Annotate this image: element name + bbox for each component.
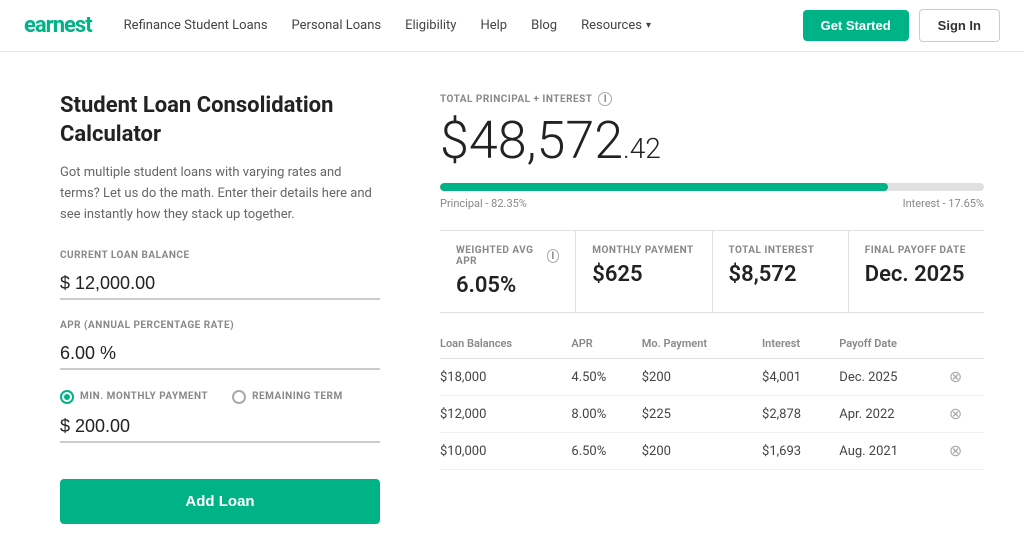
delete-row-button[interactable]: ⊗ xyxy=(949,441,962,461)
balance-field-group: CURRENT LOAN BALANCE xyxy=(60,250,380,300)
balance-label: CURRENT LOAN BALANCE xyxy=(60,250,380,261)
cell-delete-1[interactable]: ⊗ xyxy=(949,396,984,433)
cell-interest-1: $2,878 xyxy=(762,396,839,433)
nav-personal[interactable]: Personal Loans xyxy=(292,18,382,33)
nav-blog[interactable]: Blog xyxy=(531,18,557,33)
nav-refinance[interactable]: Refinance Student Loans xyxy=(124,18,268,33)
total-amount: $48,572.42 xyxy=(440,110,984,171)
stat-weighted-apr-value: 6.05% xyxy=(456,273,559,298)
nav-eligibility[interactable]: Eligibility xyxy=(405,18,456,33)
nav-resources[interactable]: Resources ▾ xyxy=(581,18,651,33)
apr-info-icon: i xyxy=(547,249,559,263)
cell-balance-2: $10,000 xyxy=(440,433,571,470)
stat-total-interest: TOTAL INTEREST $8,572 xyxy=(713,231,849,312)
cell-apr-2: 6.50% xyxy=(571,433,641,470)
info-icon: i xyxy=(598,92,612,106)
cell-payment-2: $200 xyxy=(642,433,762,470)
balance-input[interactable] xyxy=(60,269,380,300)
cell-apr-1: 8.00% xyxy=(571,396,641,433)
sign-in-button[interactable]: Sign In xyxy=(919,9,1000,42)
progress-bar xyxy=(440,183,984,191)
th-actions xyxy=(949,333,984,359)
th-apr: APR xyxy=(571,333,641,359)
left-panel: Student Loan Consolidation Calculator Go… xyxy=(60,92,380,524)
delete-row-button[interactable]: ⊗ xyxy=(949,404,962,424)
cell-payment-0: $200 xyxy=(642,359,762,396)
add-loan-button[interactable]: Add Loan xyxy=(60,479,380,524)
cell-interest-2: $1,693 xyxy=(762,433,839,470)
logo: earnest xyxy=(24,13,92,38)
get-started-button[interactable]: Get Started xyxy=(803,10,909,41)
remaining-term-radio[interactable]: REMAINING TERM xyxy=(232,390,343,404)
stat-weighted-apr-label: WEIGHTED AVG APR i xyxy=(456,245,559,267)
loan-table: Loan Balances APR Mo. Payment Interest P… xyxy=(440,333,984,470)
payment-mode-selector: MIN. MONTHLY PAYMENT REMAINING TERM xyxy=(60,390,380,404)
stat-total-interest-label: TOTAL INTEREST xyxy=(729,245,832,256)
cell-delete-2[interactable]: ⊗ xyxy=(949,433,984,470)
stat-monthly-payment-label: MONTHLY PAYMENT xyxy=(592,245,695,256)
navbar: earnest Refinance Student Loans Personal… xyxy=(0,0,1024,52)
apr-input[interactable] xyxy=(60,339,380,370)
th-interest: Interest xyxy=(762,333,839,359)
stat-payoff-date-label: FINAL PAYOFF DATE xyxy=(865,245,968,256)
th-balance: Loan Balances xyxy=(440,333,571,359)
stat-monthly-payment: MONTHLY PAYMENT $625 xyxy=(576,231,712,312)
nav-actions: Get Started Sign In xyxy=(803,9,1000,42)
min-payment-radio[interactable]: MIN. MONTHLY PAYMENT xyxy=(60,390,208,404)
right-panel: TOTAL PRINCIPAL + INTEREST i $48,572.42 … xyxy=(440,92,984,524)
principal-label: Principal - 82.35% xyxy=(440,197,527,210)
radio-circle-min xyxy=(60,390,74,404)
nav-links: Refinance Student Loans Personal Loans E… xyxy=(124,18,803,33)
stat-total-interest-value: $8,572 xyxy=(729,262,832,287)
stat-payoff-date-value: Dec. 2025 xyxy=(865,262,968,287)
cell-interest-0: $4,001 xyxy=(762,359,839,396)
calculator-description: Got multiple student loans with varying … xyxy=(60,163,380,225)
cell-delete-0[interactable]: ⊗ xyxy=(949,359,984,396)
stat-payoff-date: FINAL PAYOFF DATE Dec. 2025 xyxy=(849,231,984,312)
stat-monthly-payment-value: $625 xyxy=(592,262,695,287)
th-payoff: Payoff Date xyxy=(839,333,949,359)
cell-payoff-0: Dec. 2025 xyxy=(839,359,949,396)
progress-fill xyxy=(440,183,888,191)
payment-input[interactable] xyxy=(60,412,380,443)
table-row: $10,000 6.50% $200 $1,693 Aug. 2021 ⊗ xyxy=(440,433,984,470)
radio-circle-remaining xyxy=(232,390,246,404)
cell-balance-0: $18,000 xyxy=(440,359,571,396)
apr-field-group: APR (ANNUAL PERCENTAGE RATE) xyxy=(60,320,380,370)
stat-weighted-apr: WEIGHTED AVG APR i 6.05% xyxy=(440,231,576,312)
apr-label: APR (ANNUAL PERCENTAGE RATE) xyxy=(60,320,380,331)
main-content: Student Loan Consolidation Calculator Go… xyxy=(0,52,1024,544)
interest-label: Interest - 17.65% xyxy=(903,197,984,210)
total-cents: .42 xyxy=(623,132,661,165)
delete-row-button[interactable]: ⊗ xyxy=(949,367,962,387)
stats-row: WEIGHTED AVG APR i 6.05% MONTHLY PAYMENT… xyxy=(440,230,984,313)
calculator-title: Student Loan Consolidation Calculator xyxy=(60,92,380,149)
cell-balance-1: $12,000 xyxy=(440,396,571,433)
cell-payoff-1: Apr. 2022 xyxy=(839,396,949,433)
cell-apr-0: 4.50% xyxy=(571,359,641,396)
payment-field-group xyxy=(60,412,380,443)
cell-payment-1: $225 xyxy=(642,396,762,433)
cell-payoff-2: Aug. 2021 xyxy=(839,433,949,470)
table-row: $18,000 4.50% $200 $4,001 Dec. 2025 ⊗ xyxy=(440,359,984,396)
nav-help[interactable]: Help xyxy=(480,18,507,33)
chevron-down-icon: ▾ xyxy=(646,20,651,31)
th-payment: Mo. Payment xyxy=(642,333,762,359)
total-label: TOTAL PRINCIPAL + INTEREST i xyxy=(440,92,984,106)
table-row: $12,000 8.00% $225 $2,878 Apr. 2022 ⊗ xyxy=(440,396,984,433)
progress-labels: Principal - 82.35% Interest - 17.65% xyxy=(440,197,984,210)
